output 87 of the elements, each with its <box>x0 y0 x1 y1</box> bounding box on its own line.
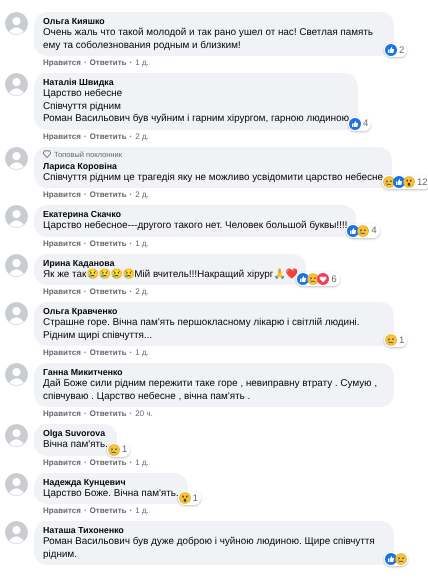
avatar-icon[interactable] <box>5 254 28 276</box>
action-link[interactable]: Нравится <box>43 57 81 68</box>
comment-text: Царство небесное---другого такого нет. Человек большой буквы!!!! <box>43 220 348 232</box>
action-link[interactable]: Нравится <box>43 189 81 200</box>
separator-dot: · <box>84 456 87 468</box>
author-name[interactable]: Ирина Каданова <box>43 256 298 268</box>
author-name[interactable]: Ольга Кравченко <box>43 305 385 317</box>
action-link[interactable]: Ответить <box>90 130 127 142</box>
action-link[interactable]: Ответить <box>90 189 127 200</box>
reactions-badge[interactable]: 1 <box>106 442 130 456</box>
action-link[interactable]: Нравится <box>43 130 81 142</box>
avatar-icon[interactable] <box>5 472 28 496</box>
separator-dot: · <box>130 189 132 200</box>
action-link[interactable]: Нравится <box>43 456 81 468</box>
comment-text: Співчуття рідним <box>43 100 122 113</box>
separator-dot: · <box>84 130 87 142</box>
comment-text: Царство небесне <box>43 88 124 100</box>
author-name[interactable]: Наталія Швидка <box>43 76 350 88</box>
avatar-icon[interactable] <box>5 12 28 35</box>
timestamp[interactable]: 20 ч. <box>135 408 153 419</box>
comment-text: Царство Боже. Вічна пам'ять. <box>43 488 179 500</box>
avatar-icon[interactable] <box>5 363 28 386</box>
separator-dot: · <box>84 347 87 358</box>
reactions-badge[interactable]: 12 <box>382 175 428 189</box>
action-link[interactable]: Ответить <box>90 456 127 468</box>
reactions-badge[interactable]: 4 <box>346 224 380 238</box>
separator-dot: · <box>130 286 132 297</box>
timestamp[interactable]: 1 д. <box>135 456 149 468</box>
avatar-icon[interactable] <box>5 146 28 170</box>
avatar-icon[interactable] <box>5 302 28 325</box>
separator-dot: · <box>84 238 87 248</box>
author-name[interactable]: Екатерина Скачко <box>43 208 348 220</box>
separator-dot: · <box>84 286 87 297</box>
timestamp[interactable]: 2 д. <box>135 286 149 297</box>
separator-dot: · <box>130 238 132 248</box>
reactions-badge[interactable]: 1 <box>178 491 201 505</box>
action-link[interactable]: Нравится <box>43 408 81 419</box>
reactions-badge[interactable] <box>384 552 408 566</box>
comment-text: Співчуття рідним це трагедія яку не можливо усвідомити царство небесне <box>43 172 383 184</box>
separator-dot: · <box>84 189 87 200</box>
separator-dot: · <box>130 408 132 419</box>
separator-dot: · <box>130 456 132 468</box>
action-link[interactable]: Ответить <box>90 286 127 297</box>
author-name[interactable]: Ганна Микитченко <box>43 366 385 378</box>
reactions-badge[interactable]: 1 <box>384 333 408 347</box>
action-link[interactable]: Нравится <box>43 286 81 297</box>
separator-dot: · <box>130 57 132 68</box>
avatar-icon[interactable] <box>5 73 28 96</box>
comment-text: Роман Васильович був дуже доброю і чуйною людиною. Щире співчуття рідним. <box>43 536 376 561</box>
separator-dot: · <box>84 57 87 68</box>
author-name[interactable]: Olga Suvorova <box>43 427 108 439</box>
avatar-icon[interactable] <box>5 424 28 447</box>
separator-dot: · <box>130 505 132 516</box>
action-link[interactable]: Нравится <box>43 238 81 248</box>
action-link[interactable]: Ответить <box>90 505 127 516</box>
timestamp[interactable]: 2 д. <box>135 130 149 142</box>
action-link[interactable]: Ответить <box>90 347 127 358</box>
reactions-badge[interactable]: 4 <box>348 116 372 130</box>
action-link[interactable]: Ответить <box>90 238 127 248</box>
timestamp[interactable]: 1 д. <box>135 505 149 516</box>
author-name[interactable]: Надежда Кунцевич <box>43 476 179 488</box>
action-link[interactable]: Нравится <box>43 347 81 358</box>
comment-text: Вічна пам'ять. <box>43 439 108 452</box>
timestamp[interactable]: 1 д. <box>135 57 149 68</box>
reactions-badge[interactable]: 2 <box>384 43 408 57</box>
avatar-icon[interactable] <box>5 205 28 228</box>
comment-text: Роман Васильович був чуйним і гарним хірургом, гарною людиною <box>43 113 350 126</box>
author-name[interactable]: Лариса Коровіна <box>43 160 383 172</box>
comment-text: Як же так😢😢😢😢Мій вчитель!!!Накращий хірург🙏❤ <box>43 268 298 281</box>
comment-text: Страшне горе. Вічна пам'ять першокласному лікарю і світлій людині. Рідним щирі співчуття... <box>43 317 360 342</box>
action-link[interactable]: Ответить <box>90 57 127 68</box>
author-name[interactable]: Наташа Тихоненко <box>43 524 385 536</box>
separator-dot: · <box>130 130 132 142</box>
comment-text: Очень жаль что такой молодой и так рано ушел от нас! Светлая память ему та соболезнования родным и близким! <box>43 27 374 52</box>
reactions-badge[interactable]: 6 <box>296 272 340 286</box>
separator-dot: · <box>84 408 87 419</box>
timestamp[interactable]: 2 д. <box>135 189 149 200</box>
author-name[interactable]: Ольга Кияшко <box>43 15 385 27</box>
avatar-icon[interactable] <box>5 521 28 544</box>
action-link[interactable]: Ответить <box>90 408 127 419</box>
timestamp[interactable]: 1 д. <box>135 238 149 248</box>
action-link[interactable]: Нравится <box>43 505 81 516</box>
separator-dot: · <box>130 347 132 358</box>
diamond-icon <box>43 150 51 158</box>
timestamp[interactable]: 1 д. <box>135 347 149 358</box>
separator-dot: · <box>84 505 87 516</box>
comment-text: Дай Боже сили рідним пережити таке горе , невиправну втрату . Сумую , співчуваю . Царство небесне , вічна пам'ять . <box>43 378 378 403</box>
